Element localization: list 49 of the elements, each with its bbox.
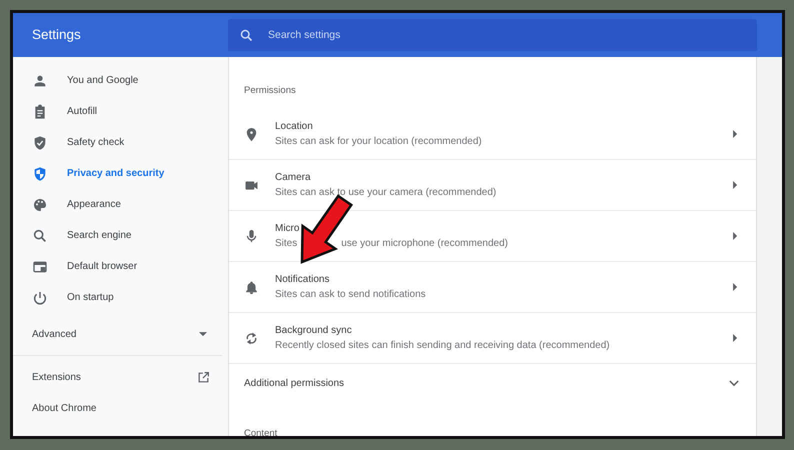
sidebar-item[interactable]: You and Google bbox=[13, 65, 228, 96]
additional-permissions-toggle[interactable]: Additional permissions bbox=[229, 364, 756, 402]
row-description: Sites can ask to send notifications bbox=[275, 289, 426, 300]
sync-icon bbox=[244, 330, 259, 346]
row-title: Notifications bbox=[275, 274, 330, 285]
chevron-right-icon bbox=[733, 334, 738, 342]
chevron-right-icon bbox=[733, 130, 738, 138]
row-title: Camera bbox=[275, 172, 311, 183]
sidebar-item[interactable]: Search engine bbox=[13, 220, 228, 251]
person-icon bbox=[32, 72, 48, 88]
search-field[interactable]: Search settings bbox=[228, 19, 757, 51]
chevron-right-icon bbox=[733, 283, 738, 291]
power-icon bbox=[32, 290, 48, 306]
palette-icon bbox=[32, 196, 48, 212]
sidebar-item[interactable]: Default browser bbox=[13, 251, 228, 282]
sidebar-link[interactable]: Extensions bbox=[13, 362, 228, 393]
search-icon bbox=[32, 228, 48, 244]
permission-row[interactable]: Background sync Recently closed sites can finish sending and receiving data (recommended) bbox=[229, 313, 756, 364]
bell-icon bbox=[244, 280, 259, 294]
row-description: use your microphone (recommended) bbox=[341, 238, 508, 249]
advanced-toggle[interactable]: Advanced bbox=[13, 319, 228, 349]
sidebar-item[interactable]: Appearance bbox=[13, 189, 228, 220]
row-title: Micro bbox=[275, 223, 300, 234]
shield-icon bbox=[32, 166, 48, 182]
row-title: Location bbox=[275, 121, 313, 132]
sidebar-item[interactable]: Safety check bbox=[13, 127, 228, 158]
pin-icon bbox=[244, 126, 259, 142]
row-title: Background sync bbox=[275, 325, 352, 336]
shield-check-icon bbox=[32, 134, 48, 150]
chevron-right-icon bbox=[733, 232, 738, 240]
caret-icon bbox=[199, 332, 207, 336]
row-description: Sites can ask for your location (recommended) bbox=[275, 136, 482, 147]
external-link-icon bbox=[197, 371, 210, 384]
row-description: Recently closed sites can finish sending and receiving data (recommended) bbox=[275, 340, 610, 351]
microphone-icon bbox=[244, 228, 259, 244]
row-description: Sites bbox=[275, 238, 298, 249]
sidebar-link[interactable]: About Chrome bbox=[13, 393, 228, 424]
chevron-down-icon bbox=[729, 380, 739, 386]
sidebar-item[interactable]: Privacy and security bbox=[13, 158, 228, 189]
browser-icon bbox=[32, 258, 48, 274]
section-title: Permissions bbox=[243, 84, 297, 98]
app-title: Settings bbox=[32, 27, 81, 42]
chevron-right-icon bbox=[733, 181, 738, 189]
sidebar-item[interactable]: On startup bbox=[13, 282, 228, 313]
sidebar-item[interactable]: Autofill bbox=[13, 96, 228, 127]
section-title: Content bbox=[243, 427, 278, 436]
row-description: Sites can ask to use your camera (recommended) bbox=[275, 187, 496, 198]
permission-row[interactable]: Location Sites can ask for your location (recommended) bbox=[229, 109, 756, 160]
permission-row[interactable]: Notifications Sites can ask to send notifications bbox=[229, 262, 756, 313]
